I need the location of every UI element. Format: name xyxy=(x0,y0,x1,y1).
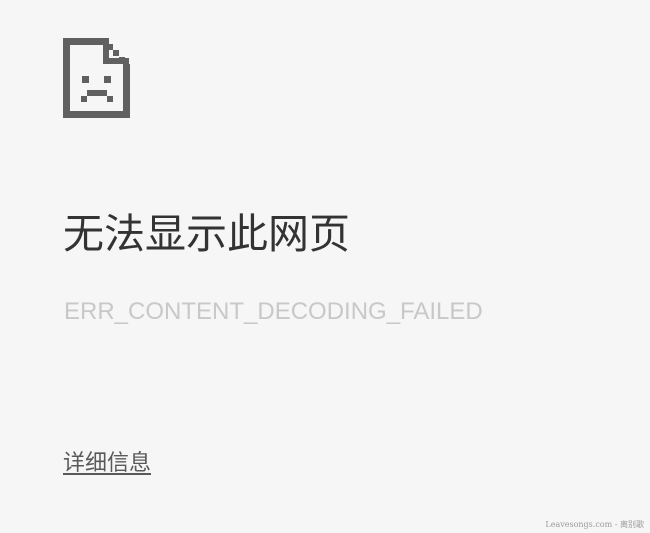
error-code: ERR_CONTENT_DECODING_FAILED xyxy=(64,298,483,325)
error-title: 无法显示此网页 xyxy=(63,210,350,258)
sad-page-icon xyxy=(63,38,130,118)
watermark: Leavesongs.com - 离别歌 xyxy=(545,520,644,529)
details-link[interactable]: 详细信息 xyxy=(63,448,151,480)
